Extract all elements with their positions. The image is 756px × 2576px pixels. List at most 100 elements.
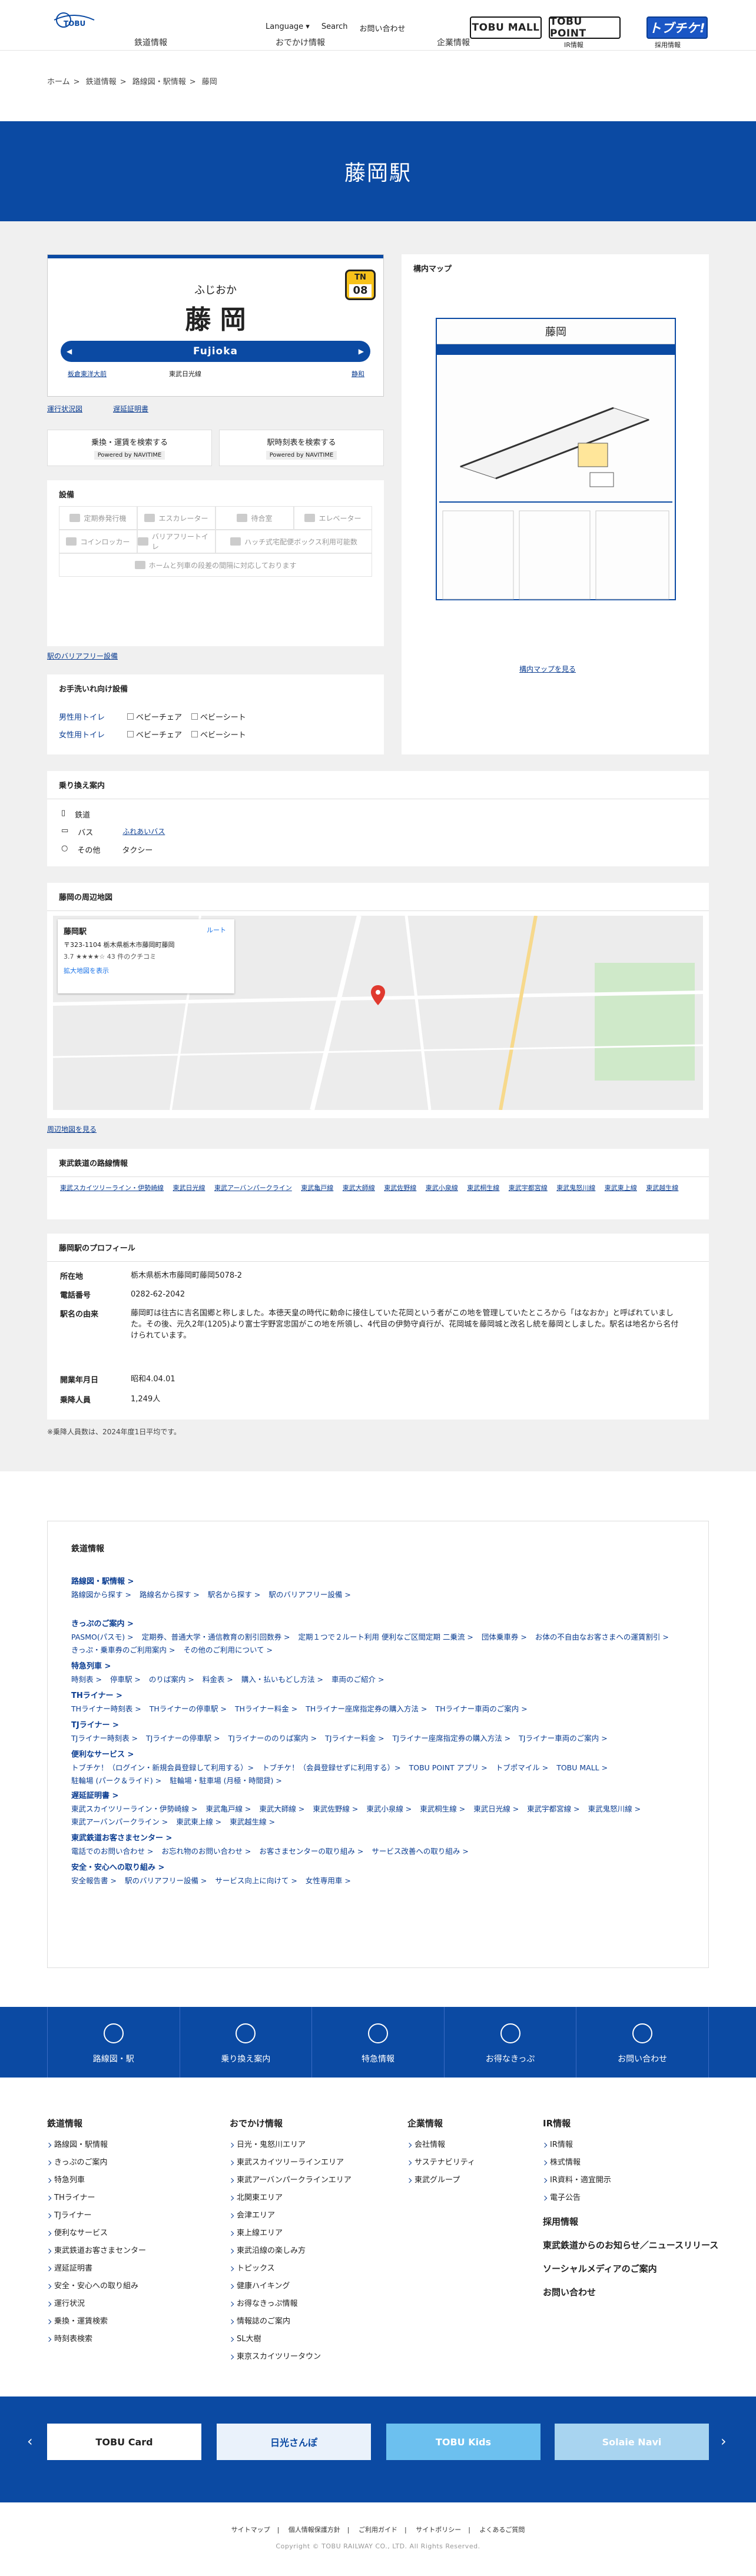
route-link[interactable]: 東武東上線	[605, 1184, 637, 1192]
contact-link[interactable]: お問い合わせ	[358, 22, 407, 34]
map-enlarge-link[interactable]: 拡大地図を表示	[64, 966, 228, 975]
footer-item[interactable]: 乗換・運賃検索	[47, 2313, 146, 2331]
railway-info-link[interactable]: 東武宇都宮線 >	[527, 1804, 579, 1813]
footer-item[interactable]: きっぷのご案内	[47, 2154, 146, 2172]
quick-route-map[interactable]: 路線図・駅	[47, 2007, 180, 2078]
next-station-link[interactable]: 静和	[352, 369, 364, 378]
route-link[interactable]: 東武スカイツリーライン・伊勢崎線	[60, 1184, 164, 1192]
footer-item[interactable]: 会社情報	[407, 2136, 475, 2154]
banner-tobu-card[interactable]: TOBU Card	[47, 2424, 201, 2460]
railway-info-group-title[interactable]: 路線図・駅情報 >	[71, 1575, 695, 1588]
railway-info-link[interactable]: 路線名から探す >	[140, 1590, 200, 1599]
railway-info-link[interactable]: PASMO(パスモ) >	[71, 1633, 134, 1641]
breadcrumb-home[interactable]: ホーム	[47, 78, 70, 87]
route-link[interactable]: 東武アーバンパークライン	[214, 1184, 292, 1192]
banner-solaie[interactable]: Solaie Navi	[555, 2424, 709, 2460]
timetable-search-button[interactable]: 駅時刻表を検索する Powered by NAVITIME	[219, 430, 384, 466]
footer-link[interactable]: サイトポリシー	[416, 2526, 461, 2534]
railway-info-link[interactable]: TJライナー車両のご案内 >	[519, 1734, 608, 1743]
railway-info-link[interactable]: TJライナーの停車駅 >	[146, 1734, 220, 1743]
railway-info-link[interactable]: TJライナーののりば案内 >	[228, 1734, 317, 1743]
railway-info-group-title[interactable]: TJライナー >	[71, 1719, 695, 1732]
footer-item[interactable]: 健康ハイキング	[230, 2278, 352, 2295]
footer-item[interactable]: お得なきっぷ情報	[230, 2295, 352, 2313]
footer-extra-link[interactable]: お問い合わせ	[543, 2284, 718, 2301]
railway-info-link[interactable]: THライナー時刻表 >	[71, 1704, 141, 1713]
route-link[interactable]: 東武鬼怒川線	[556, 1184, 595, 1192]
breadcrumb-route-map[interactable]: 路線図・駅情報	[132, 78, 186, 87]
railway-info-link[interactable]: 東武日光線 >	[473, 1804, 519, 1813]
tobu-mall-button[interactable]: TOBU MALL	[470, 16, 542, 39]
recruit-link[interactable]: 採用情報	[655, 40, 681, 49]
nav-corporate[interactable]: 企業情報	[437, 36, 470, 48]
railway-info-link[interactable]: 東武東上線 >	[176, 1817, 221, 1826]
footer-link[interactable]: 個人情報保護方針	[289, 2526, 340, 2534]
railway-info-link[interactable]: 停車駅 >	[110, 1675, 141, 1684]
carousel-prev-icon[interactable]: ‹	[27, 2433, 33, 2449]
railway-info-link[interactable]: 東武桐生線 >	[420, 1804, 465, 1813]
map-place-rating[interactable]: 3.7 ★★★★☆ 43 件のクチコミ	[64, 952, 228, 961]
railway-info-link[interactable]: 女性専用車 >	[306, 1876, 351, 1885]
footer-item[interactable]: 運行状況	[47, 2295, 146, 2313]
footer-col-heading[interactable]: IR情報	[543, 2113, 718, 2134]
railway-info-link[interactable]: その他のご利用について >	[183, 1646, 273, 1654]
search-link[interactable]: Search	[320, 22, 350, 34]
footer-item[interactable]: 路線図・駅情報	[47, 2136, 146, 2154]
railway-info-group-title[interactable]: きっぷのご案内 >	[71, 1618, 695, 1631]
railway-info-link[interactable]: 東武越生線 >	[230, 1817, 275, 1826]
quick-express[interactable]: 特急情報	[312, 2007, 445, 2078]
railway-info-link[interactable]: 電話でのお問い合わせ >	[71, 1847, 153, 1856]
footer-item[interactable]: SL大樹	[230, 2331, 352, 2348]
railway-info-link[interactable]: サービス向上に向けて >	[215, 1876, 297, 1885]
breadcrumb-railway[interactable]: 鉄道情報	[86, 78, 117, 87]
footer-item[interactable]: 電子公告	[543, 2189, 718, 2207]
railway-info-link[interactable]: TJライナー料金 >	[325, 1734, 384, 1743]
map-marker-icon[interactable]	[371, 985, 385, 1005]
railway-info-link[interactable]: トブポマイル >	[496, 1763, 548, 1772]
footer-item[interactable]: トピックス	[230, 2260, 352, 2278]
station-map-link[interactable]: 構内マップを見る	[519, 664, 576, 674]
railway-info-group-title[interactable]: 特急列車 >	[71, 1660, 695, 1673]
railway-info-group-title[interactable]: 便利なサービス >	[71, 1749, 695, 1761]
delay-certificate-link[interactable]: 遅延証明書	[113, 404, 148, 414]
route-link[interactable]: 東武亀戸線	[301, 1184, 333, 1192]
prev-station-link[interactable]: 板倉東洋大前	[68, 369, 107, 378]
quick-tickets[interactable]: お得なきっぷ	[445, 2007, 577, 2078]
route-link[interactable]: 東武小泉線	[426, 1184, 458, 1192]
route-link[interactable]: 東武大師線	[343, 1184, 375, 1192]
railway-info-link[interactable]: THライナー料金 >	[235, 1704, 297, 1713]
railway-info-link[interactable]: 駐輪場 (パーク＆ライド) >	[71, 1776, 161, 1785]
footer-item[interactable]: TJライナー	[47, 2207, 146, 2225]
railway-info-group-title[interactable]: 遅延証明書 >	[71, 1790, 695, 1803]
footer-item[interactable]: 便利なサービス	[47, 2225, 146, 2242]
tobu-logo[interactable]: TOBU	[52, 7, 97, 31]
railway-info-link[interactable]: TOBU POINT アプリ >	[409, 1763, 488, 1772]
railway-info-link[interactable]: 定期券、普通大学・通信教育の割引回数券 >	[142, 1633, 290, 1641]
footer-item[interactable]: 東京スカイツリータウン	[230, 2348, 352, 2366]
railway-info-link[interactable]: 安全報告書 >	[71, 1876, 117, 1885]
railway-info-link[interactable]: 東武亀戸線 >	[205, 1804, 251, 1813]
railway-info-link[interactable]: 料金表 >	[203, 1675, 233, 1684]
railway-info-link[interactable]: 駐輪場・駐車場 (月極・時間貸) >	[170, 1776, 282, 1785]
banner-tobu-kids[interactable]: TOBU Kids	[386, 2424, 541, 2460]
google-map[interactable]: 藤岡駅 〒323-1104 栃木県栃木市藤岡町藤岡 3.7 ★★★★☆ 43 件…	[53, 916, 703, 1110]
footer-col-heading[interactable]: 企業情報	[407, 2113, 475, 2134]
railway-info-link[interactable]: 時刻表 >	[71, 1675, 102, 1684]
footer-item[interactable]: 東武鉄道お客さまセンター	[47, 2242, 146, 2260]
railway-info-link[interactable]: きっぷ・乗車券のご利用案内 >	[71, 1646, 175, 1654]
railway-info-link[interactable]: 東武佐野線 >	[313, 1804, 358, 1813]
footer-link[interactable]: ご利用ガイド	[359, 2526, 397, 2534]
route-link[interactable]: 東武越生線	[646, 1184, 678, 1192]
railway-info-link[interactable]: サービス改善への取り組み >	[372, 1847, 468, 1856]
railway-info-link[interactable]: 路線図から探す >	[71, 1590, 131, 1599]
railway-info-link[interactable]: 東武小泉線 >	[366, 1804, 412, 1813]
railway-info-link[interactable]: 購入・払いもどし方法 >	[241, 1675, 323, 1684]
railway-info-link[interactable]: 駅名から探す >	[208, 1590, 260, 1599]
ir-link[interactable]: IR情報	[564, 40, 583, 49]
railway-info-link[interactable]: THライナー座席指定券の購入方法 >	[306, 1704, 427, 1713]
footer-link[interactable]: サイトマップ	[231, 2526, 270, 2534]
footer-item[interactable]: サステナビリティ	[407, 2154, 475, 2172]
footer-extra-link[interactable]: 採用情報	[543, 2213, 718, 2231]
nearby-map-link[interactable]: 周辺地図を見る	[47, 1124, 97, 1134]
railway-info-link[interactable]: トブチケ！（会員登録せずに利用する）>	[262, 1763, 400, 1772]
